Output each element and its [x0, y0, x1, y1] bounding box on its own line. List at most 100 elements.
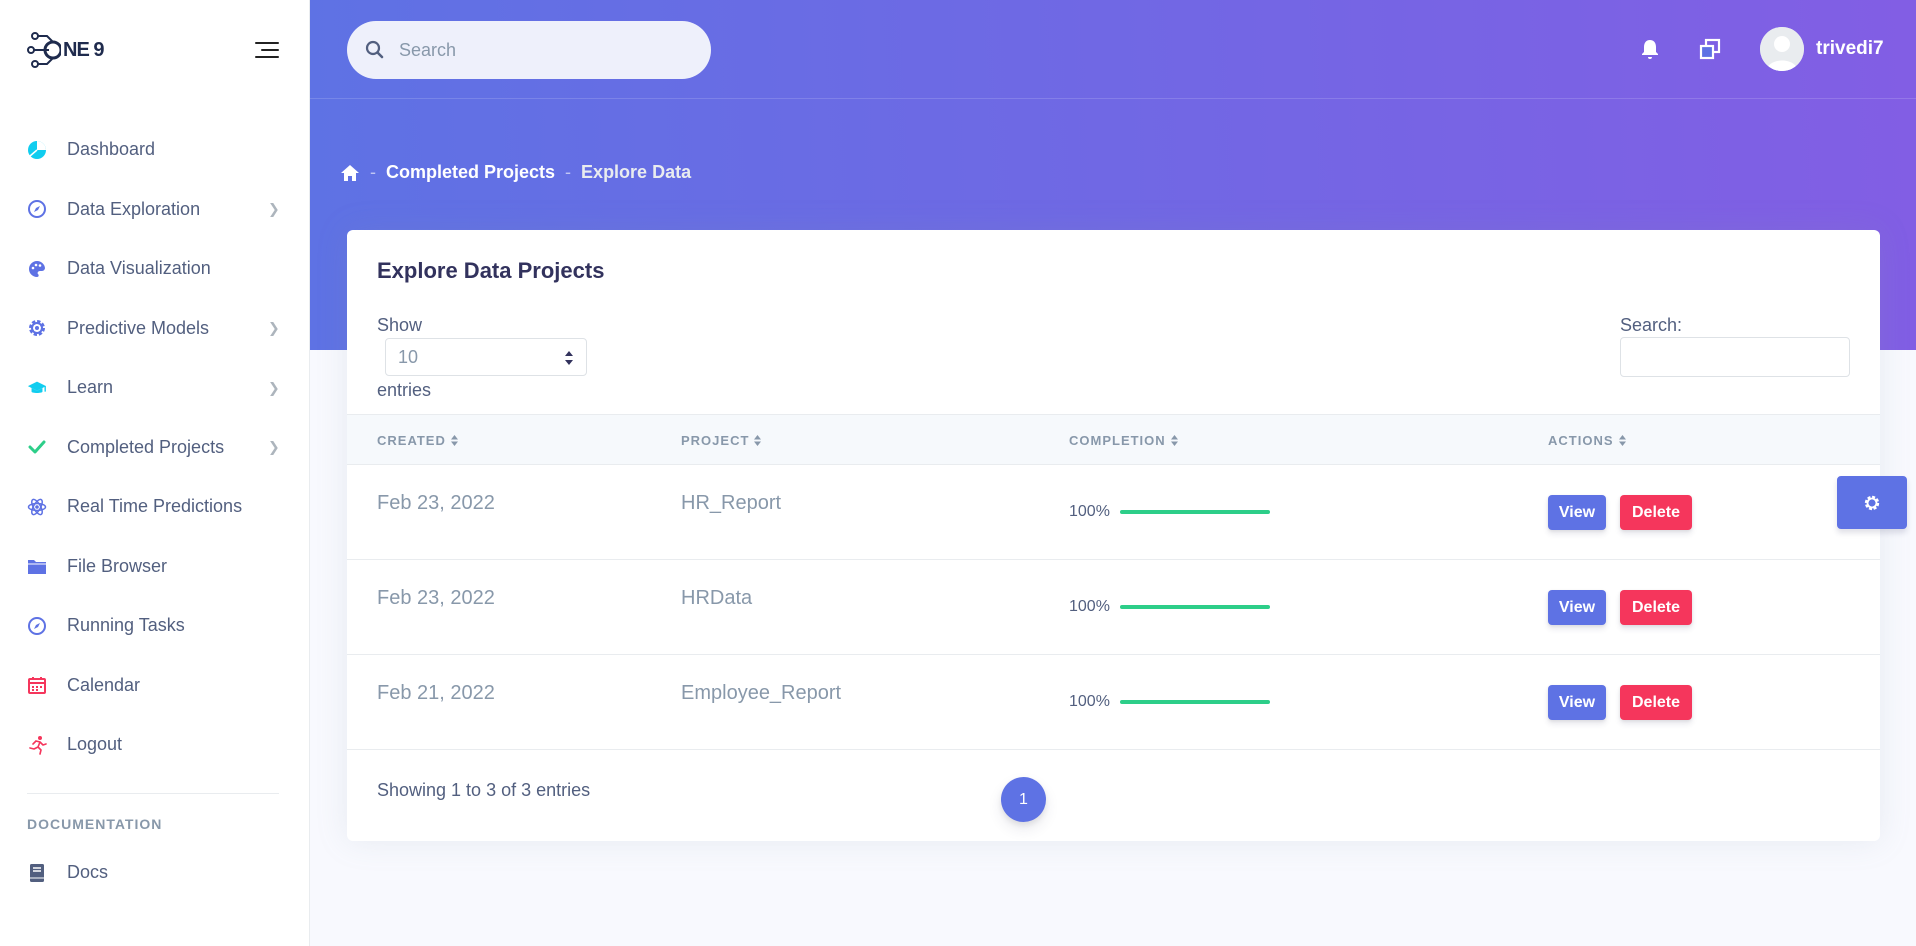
completion-percent: 100% [1069, 693, 1110, 710]
column-header-project[interactable]: PROJECT [681, 433, 762, 448]
username: trivedi7 [1816, 38, 1884, 59]
sidebar-item-label: Running Tasks [67, 615, 185, 636]
table-search-input[interactable] [1620, 337, 1850, 377]
pie-chart-icon [27, 140, 47, 160]
completion-percent: 100% [1069, 503, 1110, 520]
chevron-right-icon: ❯ [268, 438, 280, 455]
search-input[interactable] [399, 39, 679, 61]
sidebar-item-label: Dashboard [67, 139, 156, 160]
sidebar-item-logout[interactable]: Logout [0, 715, 309, 775]
column-header-actions[interactable]: ACTIONS [1548, 433, 1626, 448]
page-length-select[interactable]: 10 [385, 338, 587, 376]
sidebar-item-label: Predictive Models [67, 317, 210, 338]
table-row: Feb 21, 2022 Employee_Report 100% View D… [347, 655, 1880, 750]
project-cell: HRData [681, 587, 753, 609]
graduation-cap-icon [27, 378, 47, 398]
running-icon [27, 735, 47, 755]
sidebar-item-calendar[interactable]: Calendar [0, 656, 309, 716]
delete-button[interactable]: Delete [1620, 590, 1692, 625]
sidebar-item-completed-projects[interactable]: Completed Projects ❯ [0, 418, 309, 478]
atom-icon [27, 497, 47, 517]
column-label: CREATED [377, 433, 446, 448]
sidebar-item-predictive-models[interactable]: Predictive Models ❯ [0, 299, 309, 359]
breadcrumb-completed-projects[interactable]: Completed Projects [386, 162, 555, 183]
show-label: Show [377, 315, 423, 335]
chevron-right-icon: ❯ [268, 319, 280, 336]
window-restore-icon[interactable] [1697, 36, 1723, 62]
check-icon [27, 437, 47, 457]
sidebar-item-running-tasks[interactable]: Running Tasks [0, 596, 309, 656]
table-row: Feb 23, 2022 HR_Report 100% View Delete [347, 465, 1880, 560]
sidebar-item-label: Real Time Predictions [67, 496, 243, 517]
bell-icon[interactable] [1637, 36, 1663, 62]
sort-icon [1618, 435, 1626, 446]
sidebar-item-learn[interactable]: Learn ❯ [0, 358, 309, 418]
home-icon[interactable] [340, 164, 360, 182]
book-icon [27, 863, 47, 883]
breadcrumb-separator: - [370, 162, 376, 182]
column-label: ACTIONS [1548, 433, 1614, 448]
chevron-right-icon: ❯ [268, 200, 280, 217]
page-length-value: 10 [398, 346, 419, 367]
sidebar-item-label: Completed Projects [67, 436, 225, 457]
sidenav-toggler[interactable] [255, 40, 279, 60]
sidebar-item-label: Logout [67, 734, 123, 755]
brand-name: NE 9 [63, 38, 104, 61]
sidebar-item-docs[interactable]: Docs [27, 862, 108, 883]
brand-logo[interactable]: NE 9 [27, 28, 104, 72]
breadcrumb-separator: - [565, 162, 572, 182]
topbar-divider [310, 98, 1916, 99]
project-cell: Employee_Report [681, 682, 842, 704]
view-button[interactable]: View [1548, 495, 1606, 530]
completion-percent: 100% [1069, 598, 1110, 615]
view-button[interactable]: View [1548, 590, 1606, 625]
card-title: Explore Data Projects [377, 258, 605, 283]
global-search[interactable] [347, 21, 711, 79]
settings-button[interactable] [1837, 476, 1907, 529]
palette-icon [27, 259, 47, 279]
gear-icon [1864, 495, 1880, 510]
gear-icon [27, 318, 47, 338]
circuit-logo-icon [27, 32, 61, 68]
docs-label: Docs [67, 862, 109, 882]
breadcrumb-explore-data: Explore Data [581, 162, 692, 182]
sidebar-item-label: Data Visualization [67, 258, 211, 279]
column-header-created[interactable]: CREATED [377, 433, 458, 448]
column-label: PROJECT [681, 433, 750, 448]
sidebar-item-data-exploration[interactable]: Data Exploration ❯ [0, 180, 309, 240]
sort-arrows-icon [565, 351, 573, 365]
documentation-heading: DOCUMENTATION [27, 816, 163, 832]
created-cell: Feb 23, 2022 [377, 492, 495, 514]
compass-icon [27, 616, 47, 636]
sidebar-item-data-visualization[interactable]: Data Visualization [0, 239, 309, 299]
project-cell: HR_Report [681, 492, 782, 514]
delete-button[interactable]: Delete [1620, 685, 1692, 720]
sort-icon [754, 435, 762, 446]
progress-fill [1120, 700, 1270, 704]
sidebar-item-dashboard[interactable]: Dashboard [0, 120, 309, 180]
sort-icon [450, 435, 458, 446]
sidebar-item-real-time-predictions[interactable]: Real Time Predictions [0, 477, 309, 537]
column-header-completion[interactable]: COMPLETION [1069, 433, 1178, 448]
view-button[interactable]: View [1548, 685, 1606, 720]
pagination-page-1[interactable]: 1 [1001, 777, 1046, 822]
sidebar-item-label: File Browser [67, 555, 168, 576]
table-search-label: Search: [1620, 315, 1683, 335]
column-label: COMPLETION [1069, 433, 1166, 448]
compass-icon [27, 199, 47, 219]
sidebar-divider [27, 793, 279, 794]
entries-label: entries [377, 380, 432, 400]
search-icon [365, 40, 384, 59]
sidebar-item-label: Data Exploration [67, 198, 201, 219]
sidebar-item-label: Learn [67, 377, 114, 398]
breadcrumb: - Completed Projects - Explore Data [340, 162, 691, 183]
created-cell: Feb 23, 2022 [377, 587, 495, 609]
delete-button[interactable]: Delete [1620, 495, 1692, 530]
chevron-right-icon: ❯ [268, 379, 280, 396]
completion-progress-bar [1120, 510, 1270, 514]
sidebar: NE 9 Dashboard Data Exploration ❯ Data V… [0, 0, 310, 946]
created-cell: Feb 21, 2022 [377, 682, 495, 704]
completion-progress-bar [1120, 700, 1270, 704]
sidebar-item-file-browser[interactable]: File Browser [0, 537, 309, 597]
user-menu[interactable]: trivedi7 [1760, 27, 1884, 71]
